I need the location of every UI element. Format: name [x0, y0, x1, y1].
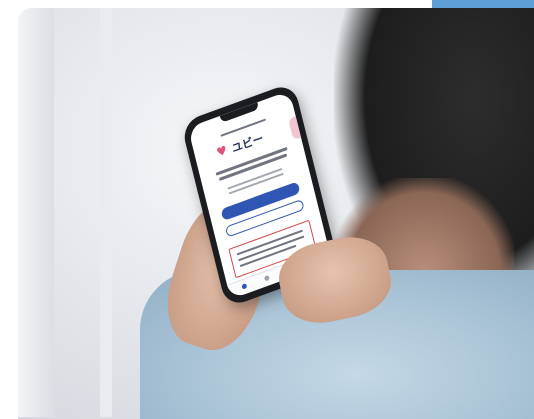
tab-icon[interactable] [263, 274, 270, 282]
pink-tab [288, 114, 305, 141]
app-logo: ユビー [230, 131, 265, 156]
window-bar [100, 8, 112, 417]
photo: ♥ ユビー [18, 8, 534, 419]
tab-icon[interactable] [241, 283, 248, 290]
phone-notch [219, 102, 260, 123]
heart-icon: ♥ [215, 142, 229, 161]
window-frame [18, 8, 54, 417]
notice-text-line [236, 229, 303, 256]
corner-tab [432, 0, 534, 8]
